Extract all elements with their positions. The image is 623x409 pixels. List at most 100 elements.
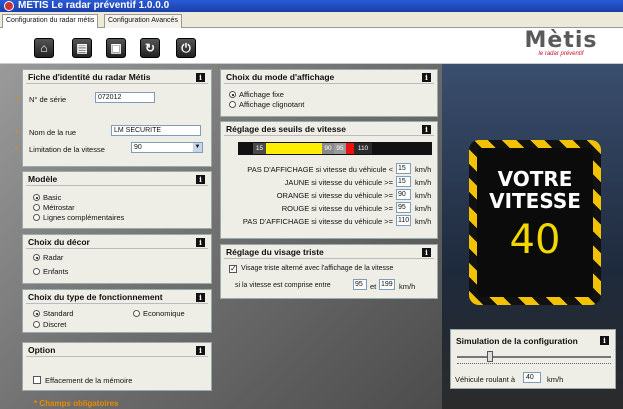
threshold-segment-blank: [238, 143, 253, 154]
save-button[interactable]: ▣: [106, 38, 126, 58]
threshold-row-value[interactable]: 110: [396, 215, 411, 226]
window-title: METIS Le radar préventif 1.0.0.0: [18, 0, 170, 11]
serial-label: N° de série: [29, 95, 67, 104]
sign-speed: 40: [509, 217, 561, 263]
street-label: Nom de la rue: [29, 128, 77, 137]
threshold-row-unit: km/h: [415, 217, 432, 226]
home-button[interactable]: ⌂: [34, 38, 54, 58]
speed-sign-display: VOTRE VITESSE 40: [477, 148, 593, 297]
identity-panel: Fiche d'identité du radar Métis i * N° d…: [15, 69, 212, 167]
open-button[interactable]: ▤: [72, 38, 92, 58]
tab-configuration-radar[interactable]: Configuration du radar métis: [2, 14, 99, 28]
fonctionnement-standard-radio[interactable]: [33, 310, 40, 317]
fonctionnement-panel: Choix du type de fonctionnement i Standa…: [22, 289, 212, 333]
threshold-row-unit: km/h: [415, 165, 432, 174]
info-icon[interactable]: i: [196, 346, 205, 355]
threshold-row-value[interactable]: 90: [396, 189, 411, 200]
threshold-segment-4: [346, 143, 354, 154]
info-icon[interactable]: i: [196, 238, 205, 247]
speed-slider-thumb[interactable]: [486, 351, 493, 362]
visage-from-field[interactable]: 95: [353, 279, 367, 290]
power-button[interactable]: ⏻: [176, 38, 196, 58]
threshold-segment-5: 110: [354, 143, 372, 154]
fonctionnement-economique-radio[interactable]: [133, 310, 140, 317]
threshold-row-unit: km/h: [415, 204, 432, 213]
decor-panel: Choix du décor i Radar Enfants: [22, 234, 212, 284]
visage-panel: Réglage du visage triste i ✓ Visage tris…: [220, 244, 438, 299]
fonctionnement-discret-radio[interactable]: [33, 321, 40, 328]
threshold-row-label: PAS D'AFFICHAGE si vitesse du véhicule <: [247, 165, 393, 174]
power-icon: ⏻: [181, 41, 191, 55]
identity-title: Fiche d'identité du radar Métis: [28, 72, 151, 82]
info-icon[interactable]: i: [422, 73, 431, 82]
speed-limit-label: Limitation de la vitesse: [29, 145, 105, 154]
affichage-clignotant-radio[interactable]: [229, 101, 236, 108]
sign-line-1: VOTRE: [497, 167, 573, 191]
visage-checkbox-label: Visage triste alterné avec l'affichage d…: [241, 265, 394, 272]
speed-slider-track[interactable]: [457, 356, 611, 358]
threshold-row-unit: km/h: [415, 178, 432, 187]
simulation-panel: Simulation de la configuration i Véhicul…: [450, 329, 616, 389]
visage-range-label: si la vitesse est comprise entre: [235, 282, 331, 289]
required-note: * Champs obligatoires: [34, 399, 119, 408]
tab-strip: Configuration du radar métis Configurati…: [0, 12, 623, 28]
simulation-title: Simulation de la configuration: [456, 336, 578, 346]
visage-to-field[interactable]: 199: [379, 279, 395, 290]
affichage-fixe-label: Affichage fixe: [239, 90, 284, 99]
modele-metrostar-radio[interactable]: [33, 204, 40, 211]
visage-checkbox[interactable]: ✓: [229, 265, 237, 273]
threshold-row-label: ROUGE si vitesse du véhicule >=: [281, 204, 393, 213]
threshold-segment-2: 90: [322, 143, 334, 154]
serial-field[interactable]: 072012: [95, 92, 155, 103]
memory-reset-label: Effacement de la mémoire: [45, 376, 133, 385]
refresh-button[interactable]: ↻: [140, 38, 160, 58]
threshold-color-bar: 15 90 95 110: [238, 142, 432, 155]
speed-sign: VOTRE VITESSE 40: [469, 140, 601, 305]
tab-configuration-avancee[interactable]: Configuration Avancés: [104, 14, 182, 28]
metis-logo: Mètis le radar préventif: [524, 28, 598, 58]
decor-enfants-label: Enfants: [43, 267, 69, 276]
required-marker: *: [15, 145, 18, 154]
app-icon: [4, 1, 14, 11]
threshold-row-value[interactable]: 95: [396, 202, 411, 213]
modele-title: Modèle: [28, 174, 58, 184]
option-title: Option: [28, 345, 56, 355]
vehicle-speed-field[interactable]: 40: [523, 372, 541, 383]
fonctionnement-economique-label: Economique: [143, 309, 185, 318]
memory-reset-checkbox[interactable]: [33, 376, 41, 384]
info-icon[interactable]: i: [196, 293, 205, 302]
info-icon[interactable]: i: [422, 248, 431, 257]
threshold-segment-3: 95: [334, 143, 346, 154]
refresh-icon: ↻: [144, 41, 156, 55]
decor-radar-radio[interactable]: [33, 254, 40, 261]
threshold-segment-0: 15: [253, 143, 266, 154]
modele-panel: Modèle i Basic Métrostar Lignes compléme…: [22, 171, 212, 229]
vehicle-speed-unit: km/h: [547, 375, 564, 384]
decor-enfants-radio[interactable]: [33, 268, 40, 275]
required-marker: *: [15, 128, 18, 137]
visage-and-label: et: [370, 282, 377, 291]
info-icon[interactable]: i: [196, 73, 205, 82]
folder-icon: ▤: [76, 41, 88, 55]
affichage-clignotant-label: Affichage clignotant: [239, 100, 305, 109]
decor-title: Choix du décor: [28, 237, 90, 247]
fonctionnement-standard-label: Standard: [43, 309, 74, 318]
modele-lignes-label: Lignes complémentaires: [43, 213, 125, 222]
modele-lignes-radio[interactable]: [33, 214, 40, 221]
threshold-row-value[interactable]: 15: [396, 163, 411, 174]
affichage-panel: Choix du mode d'affichage i Affichage fi…: [220, 69, 438, 117]
fonctionnement-discret-label: Discret: [43, 320, 67, 329]
chevron-down-icon: ▼: [193, 143, 202, 152]
speed-limit-select[interactable]: 90 ▼: [131, 142, 203, 153]
threshold-row-value[interactable]: 15: [396, 176, 411, 187]
fonctionnement-title: Choix du type de fonctionnement: [28, 292, 163, 302]
affichage-title: Choix du mode d'affichage: [226, 72, 335, 82]
modele-basic-radio[interactable]: [33, 194, 40, 201]
info-icon[interactable]: i: [422, 125, 431, 134]
street-field[interactable]: LM SECURITE: [111, 125, 201, 136]
info-icon[interactable]: i: [196, 175, 205, 184]
required-marker: *: [15, 95, 18, 104]
info-icon[interactable]: i: [600, 336, 609, 345]
vehicle-speed-label: Véhicule roulant à: [455, 375, 516, 384]
affichage-fixe-radio[interactable]: [229, 91, 236, 98]
